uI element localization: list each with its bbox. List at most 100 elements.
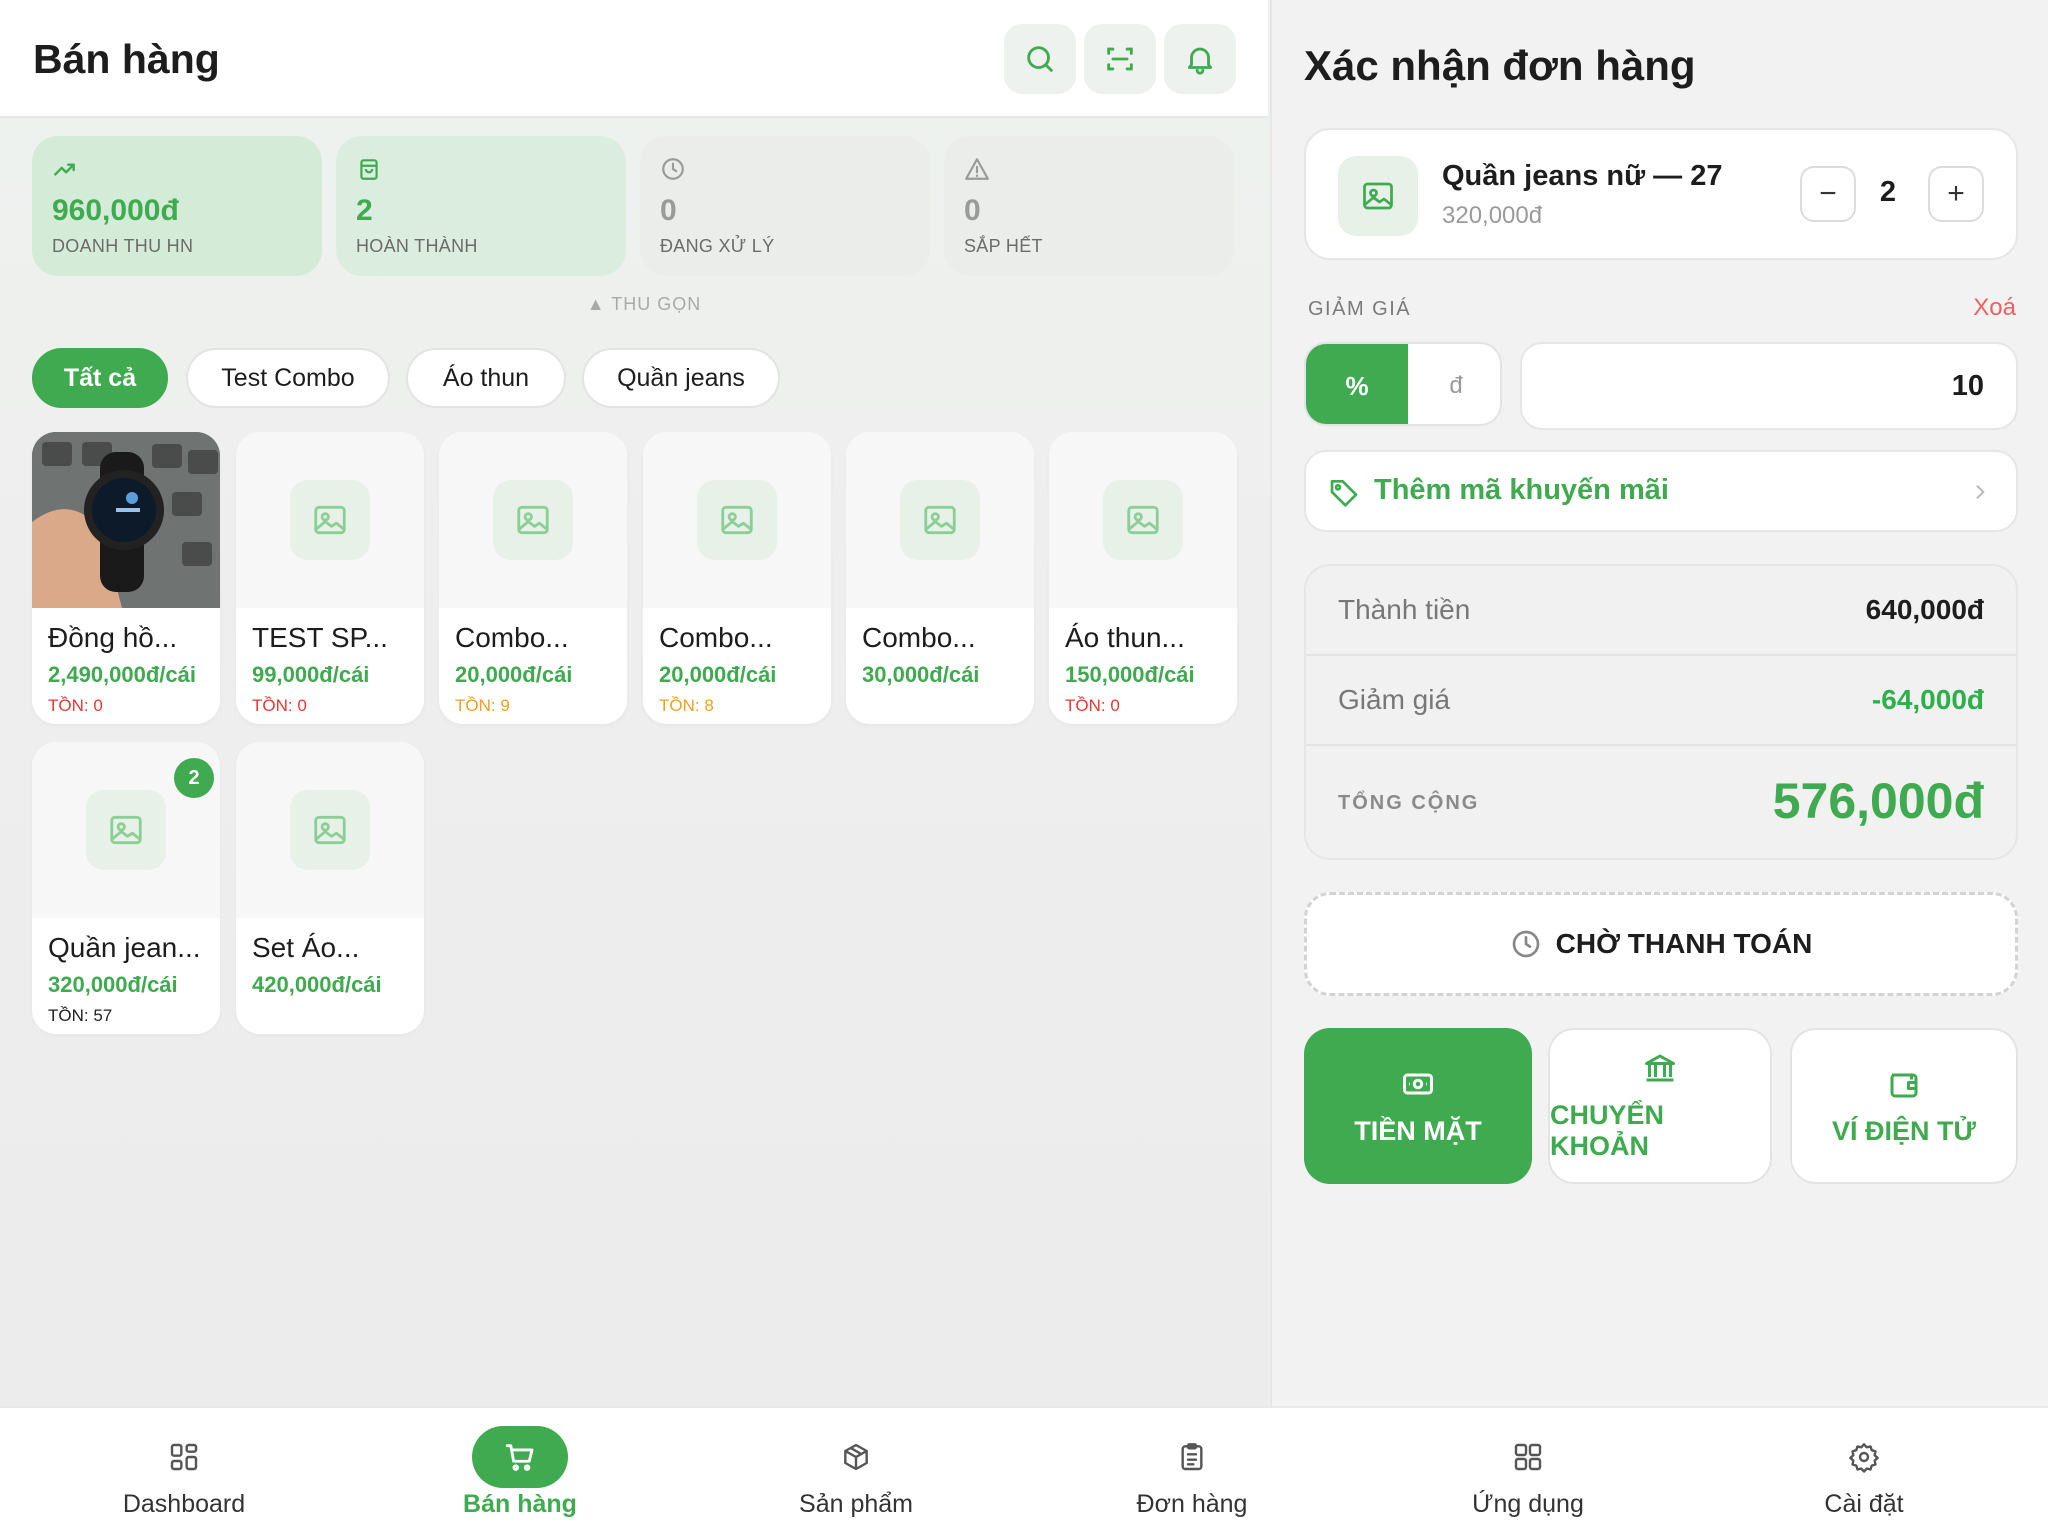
product-name: Combo...	[659, 622, 773, 653]
product-name: TEST SP...	[252, 622, 388, 653]
product-stock: TỒN: 8	[659, 696, 714, 715]
image-placeholder-icon	[721, 505, 753, 535]
discount-mode-percent[interactable]: %	[1306, 344, 1408, 424]
stat-value: 960,000đ	[52, 194, 179, 227]
pay-ewallet-button[interactable]: VÍ ĐIỆN TỬ	[1790, 1028, 2018, 1184]
total-value: 576,000đ	[1772, 773, 1984, 829]
product-card[interactable]: TEST SP... 99,000đ/cái TỒN: 0	[236, 432, 424, 724]
decrease-qty-button[interactable]: −	[1800, 166, 1856, 222]
page-title: Bán hàng	[33, 36, 220, 82]
nav-label: Sản phẩm	[799, 1490, 913, 1518]
nav-label: Ứng dụng	[1472, 1490, 1584, 1518]
bell-icon	[1187, 47, 1213, 75]
stat-value: 0	[660, 194, 677, 227]
nav-item-apps[interactable]: Ứng dụng	[1418, 1426, 1638, 1526]
product-stock: TỒN: 0	[252, 696, 307, 715]
pay-cash-button[interactable]: TIỀN MẶT	[1304, 1028, 1532, 1184]
stat-revenue: 960,000đ DOANH THU HN	[32, 136, 322, 276]
dashboard-icon	[170, 1443, 198, 1471]
nav-item-products[interactable]: Sản phẩm	[746, 1426, 966, 1526]
image-placeholder-icon	[517, 505, 549, 535]
pay-cash-label: TIỀN MẶT	[1354, 1115, 1482, 1146]
image-placeholder-icon	[924, 505, 956, 535]
top-bar: Bán hàng	[0, 0, 1268, 118]
apps-icon	[1514, 1443, 1542, 1471]
product-photo	[32, 432, 220, 608]
discount-value: 10	[1951, 370, 1984, 402]
product-card[interactable]: Combo... 30,000đ/cái	[846, 432, 1034, 724]
search-icon	[1027, 46, 1053, 72]
stat-completed: 2 HOÀN THÀNH	[336, 136, 626, 276]
subtotal-label: Thành tiền	[1338, 594, 1471, 625]
pay-transfer-label: CHUYỂN KHOẢN	[1550, 1100, 1665, 1161]
discount-mode-toggle: % đ	[1304, 342, 1502, 426]
nav-item-orders[interactable]: Đơn hàng	[1082, 1426, 1302, 1526]
bottom-nav: Dashboard Bán hàng Sản phẩm Đơn hàng Ứng…	[0, 1406, 2048, 1536]
gear-icon	[1849, 1443, 1879, 1473]
nav-item-dashboard[interactable]: Dashboard	[74, 1426, 294, 1526]
search-button[interactable]	[1004, 24, 1076, 94]
product-stock: TỒN: 9	[455, 696, 510, 715]
category-chip-quan-jeans[interactable]: Quần jeans	[582, 348, 780, 408]
category-chip-all[interactable]: Tất cả	[32, 348, 168, 408]
discount-mode-amount[interactable]: đ	[1408, 344, 1500, 424]
stat-processing: 0 ĐANG XỬ LÝ	[640, 136, 930, 276]
summary-row-total: TỔNG CỘNG 576,000đ	[1306, 746, 2016, 860]
category-chip-test-combo[interactable]: Test Combo	[186, 348, 390, 408]
notification-button[interactable]	[1164, 24, 1236, 94]
clear-discount-link[interactable]: Xoá	[1973, 294, 2016, 322]
cart-icon	[505, 1444, 534, 1471]
cart-qty-badge: 2	[174, 758, 214, 798]
product-card[interactable]: Set Áo... 420,000đ/cái	[236, 742, 424, 1034]
stat-label: ĐANG XỬ LÝ	[660, 236, 775, 256]
product-stock: TỒN: 0	[1065, 696, 1120, 715]
order-title: Xác nhận đơn hàng	[1304, 42, 1696, 89]
trending-up-icon	[54, 163, 75, 176]
product-price: 150,000đ/cái	[1065, 662, 1195, 687]
summary-row-discount: Giảm giá -64,000đ	[1306, 656, 2016, 746]
order-panel: Xác nhận đơn hàng Quần jeans nữ — 27 320…	[1270, 0, 2048, 1406]
product-name: Đồng hồ...	[48, 622, 178, 653]
stat-label: SẮP HẾT	[964, 236, 1043, 256]
image-placeholder-icon	[314, 505, 346, 535]
pending-payment-button[interactable]: CHỜ THANH TOÁN	[1304, 892, 2018, 996]
pay-transfer-button[interactable]: CHUYỂN KHOẢN	[1548, 1028, 1772, 1184]
product-name: Quần jean...	[48, 932, 201, 963]
collapse-toggle[interactable]: ▲ THU GỌN	[0, 294, 1288, 315]
pending-payment-label: CHỜ THANH TOÁN	[1555, 928, 1813, 959]
increase-qty-button[interactable]: +	[1928, 166, 1984, 222]
cart-item-qty: 2	[1879, 176, 1897, 208]
bag-icon	[360, 159, 378, 180]
total-label: TỔNG CỘNG	[1338, 792, 1480, 814]
product-card[interactable]: Combo... 20,000đ/cái TỒN: 9	[439, 432, 627, 724]
nav-label: Bán hàng	[463, 1490, 577, 1518]
product-card[interactable]: Đồng hồ... 2,490,000đ/cái TỒN: 0	[32, 432, 220, 724]
discount-row-label: Giảm giá	[1338, 684, 1451, 715]
discount-value-input[interactable]: 10	[1520, 342, 2018, 430]
product-name: Áo thun...	[1065, 622, 1185, 653]
product-price: 30,000đ/cái	[862, 662, 980, 687]
product-stock: TỒN: 57	[48, 1006, 113, 1025]
product-price: 2,490,000đ/cái	[48, 662, 197, 687]
order-summary: Thành tiền 640,000đ Giảm giá -64,000đ TỔ…	[1304, 564, 2018, 860]
warning-icon	[965, 158, 989, 180]
cash-icon	[1403, 1073, 1433, 1094]
image-placeholder-icon	[110, 815, 142, 845]
product-card[interactable]: Áo thun... 150,000đ/cái TỒN: 0	[1049, 432, 1237, 724]
product-card[interactable]: Combo... 20,000đ/cái TỒN: 8	[643, 432, 831, 724]
minus-icon: −	[1819, 177, 1837, 210]
stat-label: HOÀN THÀNH	[356, 236, 478, 256]
scan-button[interactable]	[1084, 24, 1156, 94]
tag-icon	[1330, 480, 1358, 507]
product-stock: TỒN: 0	[48, 696, 103, 715]
category-chip-ao-thun[interactable]: Áo thun	[406, 348, 566, 408]
nav-item-settings[interactable]: Cài đặt	[1754, 1426, 1974, 1526]
sales-panel: Bán hàng 960,000đ DOANH THU HN 2 HOÀN TH…	[0, 0, 1268, 1406]
promo-code-row[interactable]: Thêm mã khuyến mãi	[1304, 450, 2018, 532]
nav-item-sales[interactable]: Bán hàng	[410, 1426, 630, 1526]
subtotal-value: 640,000đ	[1865, 594, 1984, 625]
product-price: 320,000đ/cái	[48, 972, 178, 997]
cart-item-thumb	[1338, 156, 1418, 236]
product-card[interactable]: 2 Quần jean... 320,000đ/cái TỒN: 57	[32, 742, 220, 1034]
stat-value: 2	[356, 194, 373, 227]
